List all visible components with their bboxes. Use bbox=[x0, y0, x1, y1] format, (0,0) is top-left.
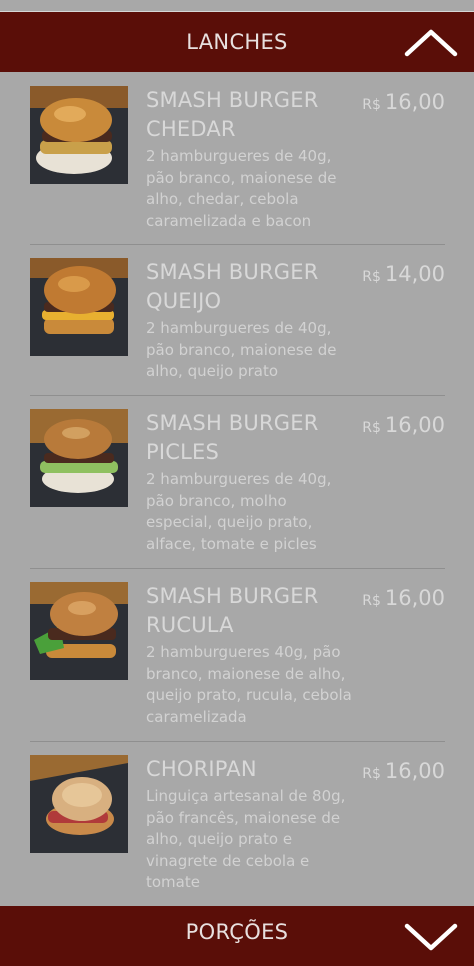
burger-photo bbox=[30, 86, 128, 184]
sandwich-photo bbox=[30, 755, 128, 853]
currency-symbol: R$ bbox=[362, 420, 381, 436]
price-value: 16,00 bbox=[384, 759, 445, 783]
currency-symbol: R$ bbox=[362, 766, 381, 782]
item-price: R$ 16,00 bbox=[362, 413, 445, 437]
item-price: R$ 16,00 bbox=[362, 759, 445, 783]
item-description: 2 hamburgueres de 40g, pão branco, molho… bbox=[146, 470, 332, 553]
item-name: SMASH BURGER PICLES bbox=[146, 411, 319, 464]
item-price: R$ 16,00 bbox=[362, 90, 445, 114]
burger-photo bbox=[30, 258, 128, 356]
category-header-porcoes[interactable]: PORÇÕES bbox=[0, 906, 474, 966]
currency-symbol: R$ bbox=[362, 97, 381, 113]
currency-symbol: R$ bbox=[362, 593, 381, 609]
status-divider bbox=[0, 0, 474, 12]
chevron-down-icon[interactable] bbox=[404, 916, 458, 956]
item-description: 2 hamburgueres de 40g, pão branco, maion… bbox=[146, 319, 337, 380]
price-value: 16,00 bbox=[384, 586, 445, 610]
item-description: Linguiça artesanal de 80g, pão francês, … bbox=[146, 787, 346, 891]
item-divider bbox=[30, 741, 445, 742]
item-description: 2 hamburgueres 40g, pão branco, maionese… bbox=[146, 643, 352, 726]
item-description: 2 hamburgueres de 40g, pão branco, maion… bbox=[146, 147, 337, 230]
category-title: PORÇÕES bbox=[185, 920, 289, 944]
category-header-lanches[interactable]: LANCHES bbox=[0, 12, 474, 72]
chevron-up-icon[interactable] bbox=[404, 22, 458, 62]
item-name: SMASH BURGER CHEDAR bbox=[146, 88, 319, 141]
price-value: 16,00 bbox=[384, 90, 445, 114]
burger-photo bbox=[30, 409, 128, 507]
item-name: SMASH BURGER QUEIJO bbox=[146, 260, 319, 313]
category-title: LANCHES bbox=[186, 30, 288, 54]
item-price: R$ 14,00 bbox=[362, 262, 445, 286]
item-divider bbox=[30, 395, 445, 396]
currency-symbol: R$ bbox=[362, 269, 381, 285]
price-value: 14,00 bbox=[384, 262, 445, 286]
price-value: 16,00 bbox=[384, 413, 445, 437]
item-divider bbox=[30, 568, 445, 569]
item-name: SMASH BURGER RUCULA bbox=[146, 584, 319, 637]
item-divider bbox=[30, 244, 445, 245]
item-name: CHORIPAN bbox=[146, 757, 257, 781]
burger-photo bbox=[30, 582, 128, 680]
item-price: R$ 16,00 bbox=[362, 586, 445, 610]
